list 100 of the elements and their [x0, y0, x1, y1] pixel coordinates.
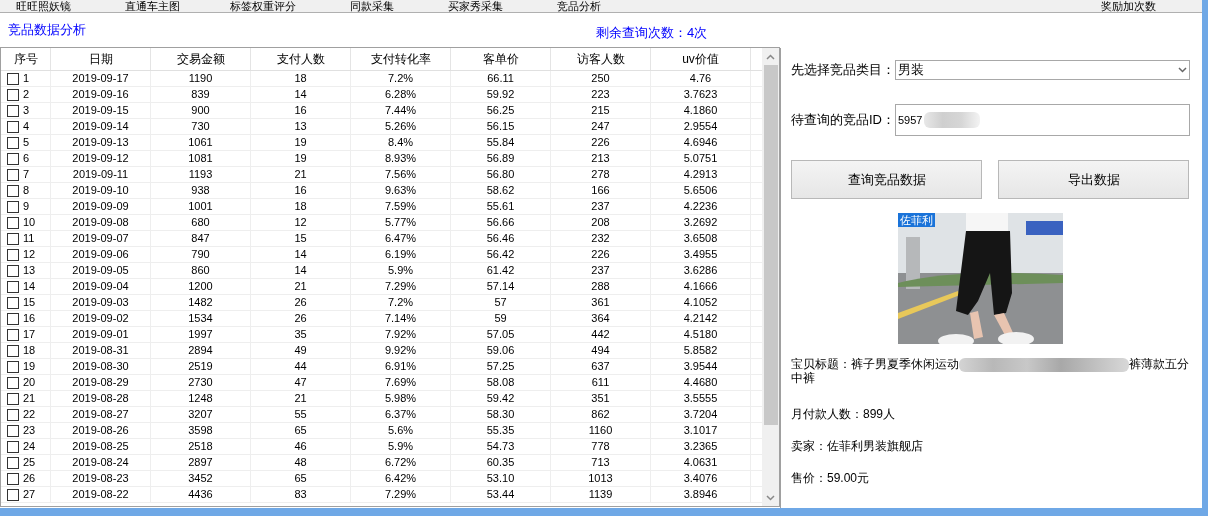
table-cell: 56.42 — [486, 247, 515, 262]
table-cell: 288 — [591, 279, 610, 294]
table-cell: 8 — [23, 183, 30, 198]
table-cell: 4.4680 — [683, 375, 718, 390]
row-checkbox[interactable] — [7, 456, 19, 469]
row-checkbox[interactable] — [7, 376, 19, 389]
top-tab[interactable]: 标签权重评分 — [230, 0, 296, 12]
table-cell: 6.42% — [384, 471, 417, 486]
table-cell: 14 — [294, 87, 307, 102]
table-cell: 6.47% — [384, 231, 417, 246]
table-cell: 56.25 — [486, 103, 515, 118]
top-tab[interactable]: 奖励加次数 — [1101, 0, 1156, 12]
table-cell: 8.4% — [387, 135, 414, 150]
row-checkbox[interactable] — [7, 200, 19, 213]
table-cell: 23 — [23, 423, 36, 438]
row-checkbox[interactable] — [7, 344, 19, 357]
scrollbar[interactable] — [762, 48, 779, 506]
top-tab[interactable]: 竞品分析 — [557, 0, 601, 12]
table-cell: 15 — [294, 231, 307, 246]
row-checkbox[interactable] — [7, 440, 19, 453]
row-checkbox[interactable] — [7, 392, 19, 405]
table-cell: 3207 — [188, 407, 213, 422]
table-cell: 4.2142 — [683, 311, 718, 326]
row-checkbox[interactable] — [7, 488, 19, 501]
top-tab[interactable]: 直通车主图 — [125, 0, 180, 12]
table-cell: 2019-09-04 — [72, 279, 129, 294]
table-cell: 2019-09-14 — [72, 119, 129, 134]
action-button[interactable]: 查询竞品数据 — [791, 160, 982, 199]
row-checkbox[interactable] — [7, 120, 19, 133]
table-cell: 2.9554 — [683, 119, 718, 134]
table-cell: 4436 — [188, 487, 213, 502]
top-tab[interactable]: 旺旺照妖镜 — [16, 0, 71, 12]
table-cell: 44 — [294, 359, 307, 374]
table-cell: 3.8946 — [683, 487, 718, 502]
table-cell: 21 — [23, 391, 36, 406]
product-id-field[interactable]: 5957 — [895, 104, 1190, 136]
row-checkbox[interactable] — [7, 88, 19, 101]
table-cell: 713 — [591, 455, 610, 470]
table-cell: 278 — [591, 167, 610, 182]
column-header[interactable]: 支付转化率 — [351, 48, 451, 70]
column-header[interactable]: uv价值 — [651, 48, 751, 70]
column-header[interactable]: 支付人数 — [251, 48, 351, 70]
row-checkbox[interactable] — [7, 472, 19, 485]
row-checkbox[interactable] — [7, 72, 19, 85]
table-cell: 2019-09-15 — [72, 103, 129, 118]
table-cell: 18 — [23, 343, 36, 358]
column-header[interactable]: 访客人数 — [551, 48, 651, 70]
row-checkbox[interactable] — [7, 248, 19, 261]
table-cell: 4.6946 — [683, 135, 718, 150]
table-cell: 494 — [591, 343, 610, 358]
row-checkbox[interactable] — [7, 424, 19, 437]
table-cell: 48 — [294, 455, 307, 470]
blurred-redaction — [924, 112, 981, 128]
column-header[interactable]: 序号 — [1, 48, 51, 70]
row-checkbox[interactable] — [7, 168, 19, 181]
table-cell: 3452 — [188, 471, 213, 486]
column-header[interactable]: 日期 — [51, 48, 151, 70]
table-cell: 2019-08-26 — [72, 423, 129, 438]
table-cell: 361 — [591, 295, 610, 310]
column-header[interactable]: 交易金额 — [151, 48, 251, 70]
row-checkbox[interactable] — [7, 104, 19, 117]
row-checkbox[interactable] — [7, 328, 19, 341]
table-cell: 938 — [191, 183, 210, 198]
table-cell: 47 — [294, 375, 307, 390]
table-cell: 1139 — [588, 487, 613, 502]
table-cell: 14 — [294, 263, 307, 278]
table-cell: 4.1860 — [683, 103, 718, 118]
row-checkbox[interactable] — [7, 312, 19, 325]
table-cell: 226 — [591, 247, 610, 262]
row-checkbox[interactable] — [7, 264, 19, 277]
table-cell: 6.37% — [384, 407, 417, 422]
row-checkbox[interactable] — [7, 216, 19, 229]
table-cell: 2019-08-25 — [72, 439, 129, 454]
row-checkbox[interactable] — [7, 360, 19, 373]
row-checkbox[interactable] — [7, 152, 19, 165]
column-header[interactable]: 客单价 — [451, 48, 551, 70]
table-cell: 680 — [191, 215, 210, 230]
row-checkbox[interactable] — [7, 296, 19, 309]
table-cell: 3.4955 — [683, 247, 718, 262]
row-checkbox[interactable] — [7, 408, 19, 421]
table-cell: 16 — [294, 183, 307, 198]
row-checkbox[interactable] — [7, 232, 19, 245]
table-cell: 7.92% — [384, 327, 417, 342]
table-cell: 7.44% — [384, 103, 417, 118]
table-cell: 53.44 — [486, 487, 515, 502]
scroll-thumb[interactable] — [763, 65, 778, 425]
table-cell: 5.9% — [387, 263, 414, 278]
table-cell: 247 — [591, 119, 610, 134]
row-checkbox[interactable] — [7, 184, 19, 197]
row-checkbox[interactable] — [7, 280, 19, 293]
category-dropdown[interactable]: 男装 — [895, 60, 1190, 80]
action-button[interactable]: 导出数据 — [998, 160, 1189, 199]
top-tab[interactable]: 同款采集 — [350, 0, 394, 12]
table-cell: 3.7204 — [683, 407, 718, 422]
table-cell: 2019-09-13 — [72, 135, 129, 150]
row-checkbox[interactable] — [7, 136, 19, 149]
table-cell: 60.35 — [486, 455, 515, 470]
section-title: 竞品数据分析 — [8, 21, 86, 39]
top-tab[interactable]: 买家秀采集 — [448, 0, 503, 12]
table-cell: 21 — [294, 391, 307, 406]
